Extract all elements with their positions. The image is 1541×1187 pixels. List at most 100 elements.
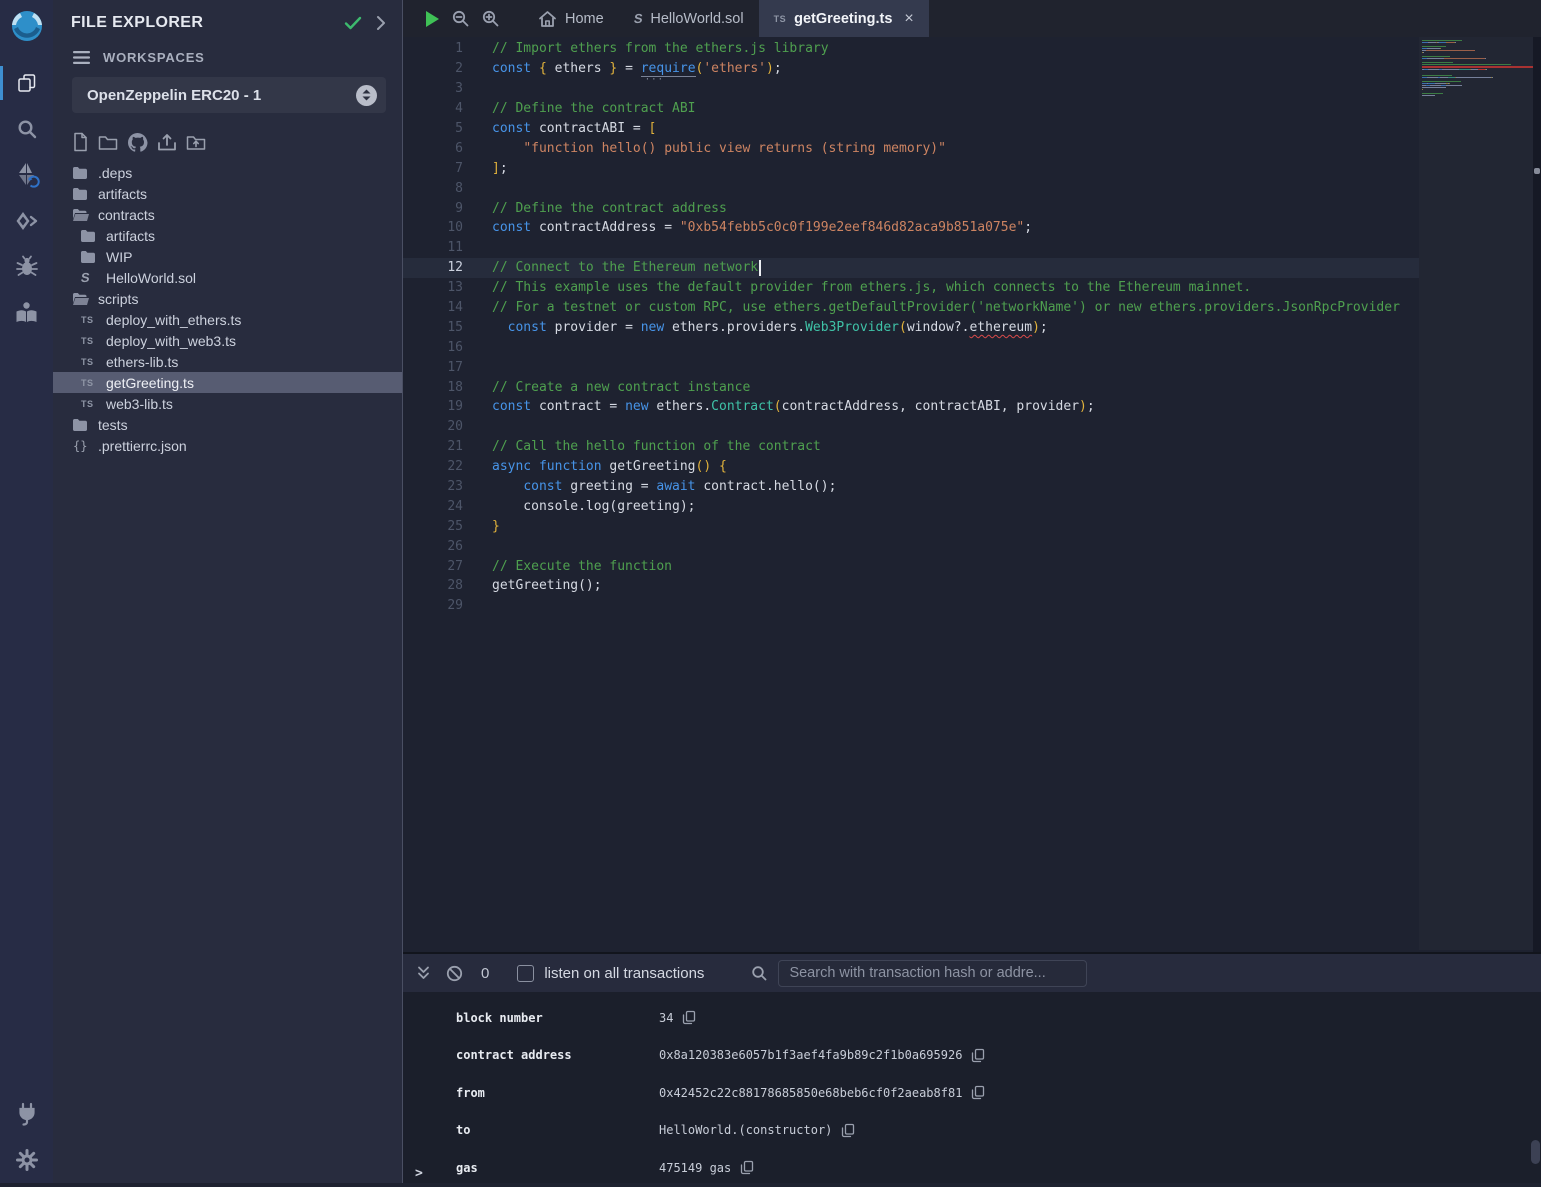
search-icon	[16, 118, 38, 140]
code-line[interactable]: 24 console.log(greeting);	[403, 496, 1541, 516]
tree-item-label: getGreeting.ts	[106, 375, 194, 391]
code-line-text: // Define the contract ABI	[492, 101, 696, 116]
upload-file-icon[interactable]	[157, 133, 177, 152]
check-icon[interactable]	[344, 16, 362, 30]
terminal-scrollbar-thumb[interactable]	[1531, 1140, 1540, 1164]
code-line[interactable]: 5const contractABI = [	[403, 119, 1541, 139]
code-line[interactable]: 19const contract = new ethers.Contract(c…	[403, 397, 1541, 417]
tree-item-deploy-with-web3-ts[interactable]: TSdeploy_with_web3.ts	[53, 330, 402, 351]
copy-icon[interactable]	[682, 1010, 696, 1025]
code-line[interactable]: 8	[403, 178, 1541, 198]
line-number: 23	[403, 479, 463, 494]
remix-logo-icon[interactable]	[0, 0, 53, 52]
tree-item-getgreeting-ts[interactable]: TSgetGreeting.ts	[53, 372, 402, 393]
code-line-text: // Execute the function	[492, 559, 672, 574]
line-number: 10	[403, 220, 463, 235]
tree-item-artifacts[interactable]: artifacts	[53, 183, 402, 204]
chevron-right-icon[interactable]	[376, 15, 386, 31]
code-line[interactable]: 18// Create a new contract instance	[403, 377, 1541, 397]
copy-icon[interactable]	[971, 1048, 985, 1063]
tab-getgreeting-ts[interactable]: TSgetGreeting.ts×	[759, 0, 929, 37]
tab-home[interactable]: Home	[523, 0, 619, 37]
publish-gist-icon[interactable]	[127, 132, 148, 152]
tree-item-web3-lib-ts[interactable]: TSweb3-lib.ts	[53, 393, 402, 414]
tree-item-artifacts[interactable]: artifacts	[53, 225, 402, 246]
debugger-icon[interactable]	[0, 244, 53, 290]
new-folder-icon[interactable]	[98, 134, 118, 151]
code-line[interactable]: 3	[403, 79, 1541, 99]
copy-icon[interactable]	[971, 1085, 985, 1100]
copy-icon[interactable]	[740, 1160, 754, 1175]
code-editor[interactable]: 1// Import ethers from the ethers.js lib…	[403, 37, 1541, 952]
code-line[interactable]: 21// Call the hello function of the cont…	[403, 437, 1541, 457]
panel-title: FILE EXPLORER	[71, 14, 330, 32]
terminal-prompt[interactable]: >	[415, 1166, 423, 1181]
solidity-compiler-icon[interactable]	[0, 152, 53, 198]
terminal-rows: block number34contract address0x8a120383…	[403, 992, 1541, 1187]
tree-item-scripts[interactable]: scripts	[53, 288, 402, 309]
code-line[interactable]: 29	[403, 596, 1541, 616]
code-line[interactable]: 28getGreeting();	[403, 576, 1541, 596]
learn-icon[interactable]	[0, 290, 53, 336]
tree-item-ethers-lib-ts[interactable]: TSethers-lib.ts	[53, 351, 402, 372]
code-line[interactable]: 1// Import ethers from the ethers.js lib…	[403, 39, 1541, 59]
code-line[interactable]: 16	[403, 337, 1541, 357]
run-script-button[interactable]	[419, 0, 445, 37]
code-line[interactable]: 11	[403, 238, 1541, 258]
close-tab-icon[interactable]: ×	[904, 10, 913, 28]
tab-helloworld-sol[interactable]: SHelloWorld.sol	[619, 0, 759, 37]
editor-scrollbar-thumb[interactable]	[1534, 168, 1540, 174]
tree-item-wip[interactable]: WIP	[53, 246, 402, 267]
tree-item-tests[interactable]: tests	[53, 414, 402, 435]
code-line[interactable]: 27// Execute the function	[403, 556, 1541, 576]
settings-icon[interactable]	[0, 1137, 53, 1183]
workspace-select-arrows-icon[interactable]	[356, 85, 377, 106]
listen-all-transactions-checkbox[interactable]	[517, 965, 534, 982]
code-line[interactable]: 13// This example uses the default provi…	[403, 278, 1541, 298]
file-type-icon: TS	[81, 336, 101, 346]
code-line[interactable]: 7];	[403, 158, 1541, 178]
workspace-select[interactable]: OpenZeppelin ERC20 - 1	[72, 77, 386, 113]
clear-console-icon[interactable]	[446, 965, 463, 982]
code-line[interactable]: 9// Define the contract address	[403, 198, 1541, 218]
code-line[interactable]: 25}	[403, 516, 1541, 536]
code-line[interactable]: 14// For a testnet or custom RPC, use et…	[403, 298, 1541, 318]
plugin-manager-icon[interactable]	[0, 1091, 53, 1137]
upload-folder-icon[interactable]	[186, 134, 206, 151]
code-line[interactable]: 12// Connect to the Ethereum network	[403, 258, 1541, 278]
code-line[interactable]: 15 const provider = new ethers.providers…	[403, 317, 1541, 337]
code-line[interactable]: 2const { ethers } = require('ethers');	[403, 59, 1541, 79]
line-number: 28	[403, 578, 463, 593]
search-icon[interactable]	[0, 106, 53, 152]
code-line-text: // Create a new contract instance	[492, 380, 750, 395]
new-file-icon[interactable]	[72, 132, 89, 152]
terminal-search-input[interactable]	[778, 960, 1087, 987]
code-line[interactable]: 4// Define the contract ABI	[403, 99, 1541, 119]
editor-scrollbar[interactable]	[1533, 37, 1541, 952]
file-explorer-header: FILE EXPLORER	[53, 0, 402, 42]
workspaces-menu-icon[interactable]	[73, 51, 90, 64]
code-line[interactable]: 10const contractAddress = "0xb54febb5c0c…	[403, 218, 1541, 238]
tree-item-contracts[interactable]: contracts	[53, 204, 402, 225]
tree-item-helloworld-sol[interactable]: SHelloWorld.sol	[53, 267, 402, 288]
code-line[interactable]: 20	[403, 417, 1541, 437]
tree-item--deps[interactable]: .deps	[53, 162, 402, 183]
code-line[interactable]: 6 "function hello() public view returns …	[403, 138, 1541, 158]
plugin-manager-icon	[15, 1102, 39, 1126]
deploy-run-icon[interactable]	[0, 198, 53, 244]
zoom-in-button[interactable]	[475, 0, 505, 37]
tree-item--prettierrc-json[interactable]: {}.prettierrc.json	[53, 435, 402, 456]
file-explorer-icon[interactable]	[0, 60, 53, 106]
activity-bar-bottom	[0, 1091, 53, 1183]
zoom-out-button[interactable]	[445, 0, 475, 37]
code-line[interactable]: 22async function getGreeting() {	[403, 457, 1541, 477]
minimap[interactable]	[1419, 37, 1533, 950]
terminal-row-value: 0x42452c22c88178685850e68beb6cf0f2aeab8f…	[659, 1086, 962, 1100]
collapse-terminal-icon[interactable]	[416, 965, 431, 981]
copy-icon[interactable]	[841, 1123, 855, 1138]
code-line[interactable]: 23 const greeting = await contract.hello…	[403, 477, 1541, 497]
code-line[interactable]: 17	[403, 357, 1541, 377]
code-line[interactable]: 26	[403, 536, 1541, 556]
tree-item-deploy-with-ethers-ts[interactable]: TSdeploy_with_ethers.ts	[53, 309, 402, 330]
settings-icon	[15, 1148, 39, 1172]
